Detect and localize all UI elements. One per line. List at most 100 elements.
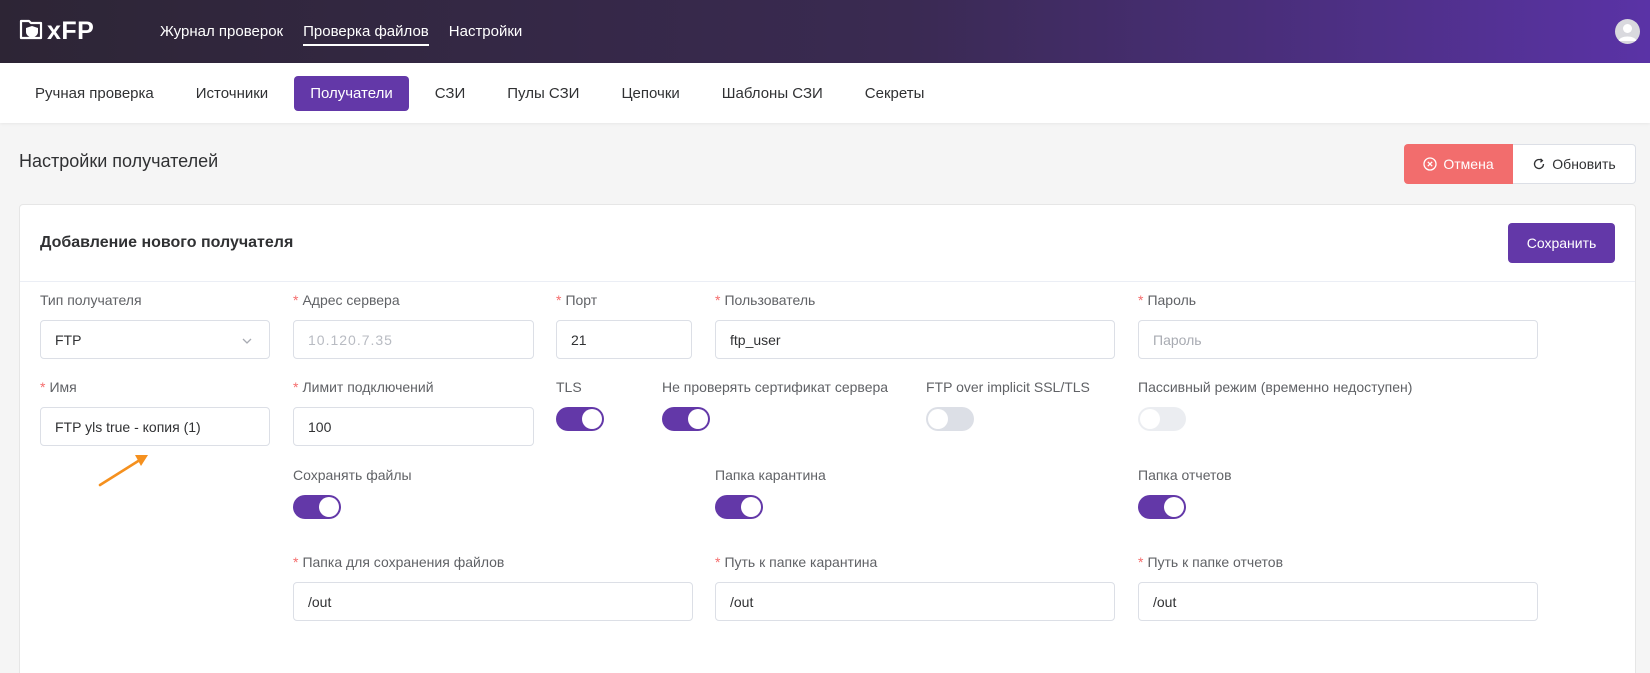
field-save-files: Сохранять файлы — [293, 465, 412, 519]
name-label: * Имя — [40, 377, 77, 397]
user-label: * Пользователь — [715, 290, 815, 310]
required-mark: * — [293, 379, 299, 395]
tab-recipients[interactable]: Получатели — [294, 75, 409, 111]
required-mark: * — [40, 379, 46, 395]
password-input[interactable]: Пароль — [1138, 320, 1538, 359]
tls-toggle[interactable] — [556, 407, 604, 431]
save-button[interactable]: Сохранить — [1508, 223, 1615, 263]
field-reports: Папка отчетов — [1138, 465, 1232, 519]
user-avatar-icon[interactable] — [1615, 19, 1640, 44]
reports-path-input[interactable]: /out — [1138, 582, 1538, 621]
field-passive: Пассивный режим (временно недоступен) — [1138, 377, 1413, 431]
limit-label-text: Лимит подключений — [302, 379, 434, 395]
tab-sources[interactable]: Источники — [180, 76, 284, 111]
quarantine-path-value: /out — [730, 593, 754, 610]
user-value: ftp_user — [730, 331, 781, 348]
close-circle-icon — [1423, 157, 1438, 171]
field-quarantine-path: * Путь к папке карантина /out — [715, 552, 1115, 621]
field-quarantine: Папка карантина — [715, 465, 826, 519]
required-mark: * — [556, 292, 562, 308]
password-placeholder: Пароль — [1153, 331, 1202, 348]
password-label-text: Пароль — [1147, 292, 1197, 308]
reports-label: Папка отчетов — [1138, 467, 1232, 483]
field-user: * Пользователь ftp_user — [715, 290, 1115, 359]
limit-input[interactable]: 100 — [293, 407, 534, 446]
tab-manual-check[interactable]: Ручная проверка — [19, 76, 170, 111]
tab-chains[interactable]: Цепочки — [605, 76, 695, 111]
toggle-knob — [1140, 409, 1160, 429]
passive-label: Пассивный режим (временно недоступен) — [1138, 379, 1413, 395]
toggle-knob — [928, 409, 948, 429]
logo-text: xFP — [47, 17, 95, 45]
field-nocert: Не проверять сертификат сервера — [662, 377, 888, 431]
quarantine-path-input[interactable]: /out — [715, 582, 1115, 621]
passive-toggle — [1138, 407, 1186, 431]
refresh-icon — [1532, 157, 1546, 171]
field-password: * Пароль Пароль — [1138, 290, 1538, 359]
save-path-input[interactable]: /out — [293, 582, 693, 621]
implicit-label: FTP over implicit SSL/TLS — [926, 379, 1090, 395]
save-path-label: * Папка для сохранения файлов — [293, 552, 504, 572]
topnav-journal[interactable]: Журнал проверок — [160, 0, 283, 63]
name-label-text: Имя — [49, 379, 77, 395]
server-value: 10.120.7.35 — [308, 331, 393, 348]
cancel-label: Отмена — [1443, 156, 1494, 172]
quarantine-toggle[interactable] — [715, 495, 763, 519]
field-implicit: FTP over implicit SSL/TLS — [926, 377, 1090, 431]
port-value: 21 — [571, 331, 587, 348]
cancel-button[interactable]: Отмена — [1404, 144, 1513, 184]
toggle-knob — [319, 497, 339, 517]
required-mark: * — [293, 292, 299, 308]
quarantine-path-label: * Путь к папке карантина — [715, 552, 877, 572]
tab-secrets[interactable]: Секреты — [849, 76, 941, 111]
card-header: Добавление нового получателя Сохранить — [20, 205, 1635, 282]
port-label-text: Порт — [565, 292, 598, 308]
name-input[interactable]: FTP yls true - копия (1) — [40, 407, 270, 446]
toggle-knob — [688, 409, 708, 429]
save-files-toggle[interactable] — [293, 495, 341, 519]
password-label: * Пароль — [1138, 290, 1196, 310]
reports-path-label: * Путь к папке отчетов — [1138, 552, 1283, 572]
required-mark: * — [1138, 292, 1144, 308]
topnav-file-check[interactable]: Проверка файлов — [303, 0, 429, 63]
nocert-toggle[interactable] — [662, 407, 710, 431]
folder-shield-icon — [19, 16, 45, 47]
server-label: * Адрес сервера — [293, 290, 400, 310]
toggle-knob — [741, 497, 761, 517]
field-save-path: * Папка для сохранения файлов /out — [293, 552, 693, 621]
topnav-settings[interactable]: Настройки — [449, 0, 523, 63]
field-port: * Порт 21 — [556, 290, 692, 359]
tab-szi-templates[interactable]: Шаблоны СЗИ — [706, 76, 839, 111]
quarantine-path-label-text: Путь к папке карантина — [724, 554, 878, 570]
reports-path-label-text: Путь к папке отчетов — [1147, 554, 1284, 570]
limit-value: 100 — [308, 418, 332, 435]
recipient-form-card: Добавление нового получателя Сохранить Т… — [19, 204, 1636, 673]
tab-szi[interactable]: СЗИ — [419, 76, 482, 111]
top-navbar: xFP Журнал проверок Проверка файлов Наст… — [0, 0, 1650, 63]
tls-label: TLS — [556, 379, 582, 395]
server-input[interactable]: 10.120.7.35 — [293, 320, 534, 359]
tab-szi-pools[interactable]: Пулы СЗИ — [491, 76, 595, 111]
chevron-down-icon — [241, 334, 253, 350]
type-select[interactable]: FTP — [40, 320, 270, 359]
reports-toggle[interactable] — [1138, 495, 1186, 519]
toggle-knob — [582, 409, 602, 429]
type-value: FTP — [55, 331, 82, 348]
reports-path-value: /out — [1153, 593, 1177, 610]
field-type: Тип получателя FTP — [40, 290, 270, 359]
field-tls: TLS — [556, 377, 604, 431]
implicit-toggle[interactable] — [926, 407, 974, 431]
server-label-text: Адрес сервера — [302, 292, 400, 308]
user-label-text: Пользователь — [724, 292, 816, 308]
required-mark: * — [1138, 554, 1144, 570]
page-actions: Отмена Обновить — [1404, 144, 1636, 184]
top-nav: Журнал проверок Проверка файлов Настройк… — [160, 0, 542, 63]
type-label: Тип получателя — [40, 292, 142, 308]
refresh-button[interactable]: Обновить — [1513, 144, 1636, 184]
field-server: * Адрес сервера 10.120.7.35 — [293, 290, 534, 359]
port-input[interactable]: 21 — [556, 320, 692, 359]
app-logo[interactable]: xFP — [19, 16, 94, 47]
user-input[interactable]: ftp_user — [715, 320, 1115, 359]
limit-label: * Лимит подключений — [293, 377, 434, 397]
save-path-value: /out — [308, 593, 332, 610]
